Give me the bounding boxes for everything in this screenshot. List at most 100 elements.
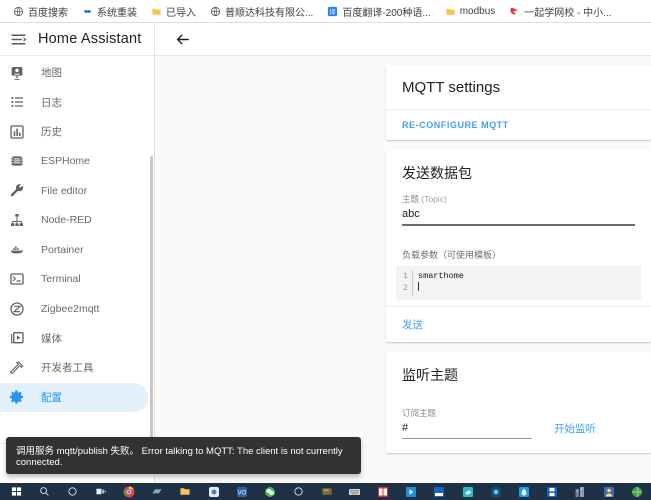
publish-packet-title: 发送数据包 <box>402 165 472 181</box>
sidebar-item-logbook[interactable]: 日志 <box>0 88 148 118</box>
svg-text:VO: VO <box>238 490 247 496</box>
bookmark-label: 系统重装 <box>97 7 137 19</box>
task-view-icon[interactable] <box>87 483 115 500</box>
hammer-icon <box>10 361 24 374</box>
subscribe-topic-input[interactable]: # <box>402 421 532 439</box>
topic-label-sub: (Topic) <box>421 194 447 204</box>
code-line: smarthome <box>418 271 464 281</box>
sidebar-header: Home Assistant <box>0 23 154 56</box>
app-round-icon[interactable] <box>200 483 228 500</box>
publish-actions: 发送 <box>386 306 651 342</box>
editor-code-area[interactable]: smarthome <box>412 270 641 296</box>
terminal-icon <box>10 273 24 285</box>
sidebar-item-file-editor[interactable]: File editor <box>0 176 148 206</box>
folder-icon <box>446 8 455 15</box>
map-icon <box>11 66 23 80</box>
translate-icon: 译 <box>328 6 338 16</box>
bookmark-label: 普顺达科技有限公... <box>225 7 314 19</box>
line-number: 2 <box>402 283 408 293</box>
droplet-app-icon[interactable] <box>510 483 538 500</box>
payload-code-editor[interactable]: 1 2 smarthome <box>396 266 641 300</box>
sidebar-scrollbar[interactable] <box>150 156 153 443</box>
editor-line-numbers: 1 2 <box>396 270 412 296</box>
buildings-icon[interactable] <box>566 483 594 500</box>
bookmark-item[interactable]: 一起学网校 - 中小... <box>502 1 618 21</box>
bookmark-item[interactable]: 已导入 <box>144 1 203 21</box>
wechat-icon[interactable] <box>256 483 284 500</box>
publish-packet-card: 发送数据包 主题 (Topic) abc 负载参数（可使用模板） 1 2 sma… <box>386 150 651 342</box>
hamburger-menu-icon[interactable] <box>8 29 28 49</box>
sidebar-item-map[interactable]: 地图 <box>0 58 148 88</box>
cortana-ring-icon[interactable] <box>284 483 312 500</box>
teal-app-icon[interactable] <box>454 483 482 500</box>
sidebar-item-label: Node-RED <box>41 214 92 227</box>
docker-whale-icon <box>11 246 23 254</box>
office-red-icon[interactable] <box>369 483 397 500</box>
sidebar-item-label: 日志 <box>41 96 62 109</box>
notes-app-icon[interactable] <box>312 483 340 500</box>
sidebar-item-label: 地图 <box>41 67 62 80</box>
globe-icon <box>13 6 24 16</box>
vo-app-icon[interactable]: VO <box>228 483 256 500</box>
save-app-icon[interactable] <box>538 483 566 500</box>
file-explorer-icon[interactable] <box>171 483 199 500</box>
sitemap-icon <box>11 214 23 227</box>
green-globe-icon[interactable] <box>623 483 651 500</box>
dark-blue-app-icon[interactable] <box>482 483 510 500</box>
sidebar-item-label: 历史 <box>41 126 62 139</box>
folder-icon <box>152 8 161 15</box>
user-app-icon[interactable] <box>595 483 623 500</box>
bookmark-label: modbus <box>459 5 496 17</box>
globe-icon <box>210 6 221 16</box>
listen-row: 订阅主题 # 开始监听 <box>386 389 651 453</box>
chrome-icon[interactable] <box>115 483 143 500</box>
sidebar-item-label: Zigbee2mqtt <box>41 302 100 315</box>
topic-input[interactable]: abc <box>402 207 635 226</box>
topic-label-main: 主题 <box>402 194 420 204</box>
bookmark-item[interactable]: 系统重装 <box>75 1 144 21</box>
sidebar-item-history[interactable]: 历史 <box>0 117 148 147</box>
explorer-blue-icon[interactable] <box>143 483 171 500</box>
sidebar-item-terminal[interactable]: Terminal <box>0 265 148 295</box>
search-icon[interactable] <box>30 483 58 500</box>
bookmark-label: 百度搜索 <box>28 7 68 19</box>
sidebar-item-portainer[interactable]: Portainer <box>0 235 148 265</box>
sidebar-item-label: Terminal <box>41 273 81 286</box>
code-line <box>418 282 641 294</box>
sidebar-item-zigbee2mqtt[interactable]: Zigbee2mqtt <box>0 294 148 324</box>
sidebar-item-label: Portainer <box>41 243 84 256</box>
sidebar-item-configuration[interactable]: 配置 <box>0 382 148 412</box>
reconfigure-mqtt-button[interactable]: RE-CONFIGURE MQTT <box>396 117 515 133</box>
bookmark-label: 百度翻译-200种语... <box>342 7 431 19</box>
bookmark-item[interactable]: 译 百度翻译-200种语... <box>320 1 437 21</box>
media-player-icon[interactable] <box>397 483 425 500</box>
settings-content: MQTT settings RE-CONFIGURE MQTT 发送数据包 主题… <box>155 56 651 483</box>
bookmark-item[interactable]: 百度搜索 <box>6 1 75 21</box>
start-button[interactable] <box>2 483 30 500</box>
sidebar-item-developer-tools[interactable]: 开发者工具 <box>0 353 148 383</box>
windows-taskbar: VO <box>0 483 651 500</box>
sidebar-item-media[interactable]: 媒体 <box>0 324 148 354</box>
cortana-icon[interactable] <box>58 483 86 500</box>
main-area: MQTT settings RE-CONFIGURE MQTT 发送数据包 主题… <box>155 23 651 483</box>
start-listening-button[interactable]: 开始监听 <box>548 418 602 439</box>
send-button[interactable]: 发送 <box>396 314 429 335</box>
keyboard-icon[interactable] <box>341 483 369 500</box>
bookmark-label: 已导入 <box>166 7 196 19</box>
error-toast: 调用服务 mqtt/publish 失败。 Error talking to M… <box>6 437 361 474</box>
mqtt-settings-card: MQTT settings RE-CONFIGURE MQTT <box>386 65 651 140</box>
toast-message: 调用服务 mqtt/publish 失败。 Error talking to M… <box>16 446 343 468</box>
subscribe-topic-label: 订阅主题 <box>402 408 437 418</box>
bookmark-item[interactable]: 普顺达科技有限公... <box>203 1 320 21</box>
sidebar-item-esphome[interactable]: ESPHome <box>0 147 148 177</box>
arrow-left-icon[interactable] <box>171 28 193 50</box>
bookmark-item[interactable]: modbus <box>438 1 503 21</box>
home-assistant-app: Home Assistant 地图 日志 历史 ESPHome File edi… <box>0 23 651 483</box>
media-play-icon <box>11 332 24 344</box>
sidebar-item-node-red[interactable]: Node-RED <box>0 206 148 236</box>
payload-label: 负载参数（可使用模板） <box>402 250 502 260</box>
editor-blue-icon[interactable] <box>425 483 453 500</box>
topic-label: 主题 (Topic) <box>402 193 635 205</box>
bookmark-label: 一起学网校 - 中小... <box>524 7 612 19</box>
svg-text:译: 译 <box>330 7 337 15</box>
